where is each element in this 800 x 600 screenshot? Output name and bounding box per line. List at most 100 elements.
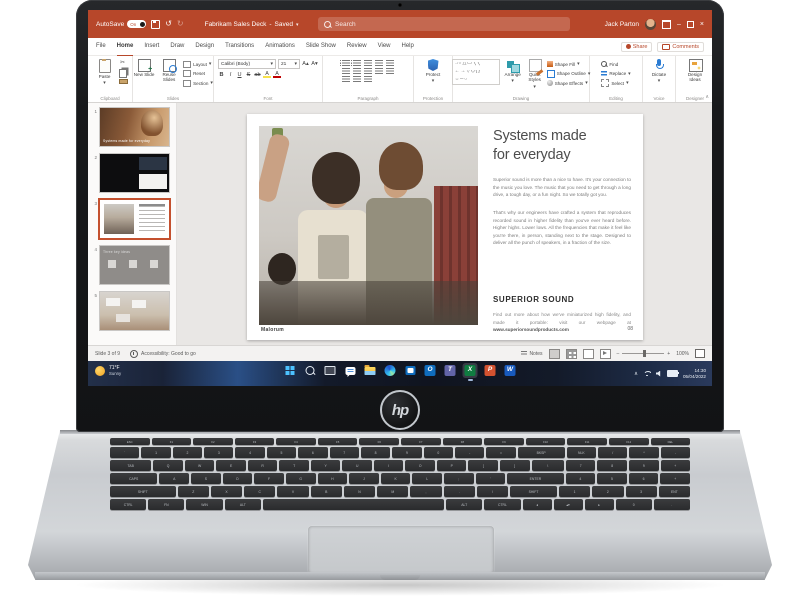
key-7[interactable]: 7 [566,460,596,471]
key-f12[interactable]: F12 [609,438,649,445]
keyboard[interactable]: ESCF1F2F3F4F5F6F7F8F9F10F11F12DEL`123456… [110,438,690,520]
key-6[interactable]: 6 [298,447,327,458]
key-ctrl[interactable]: CTRL [110,499,146,510]
key-9[interactable]: 9 [392,447,421,458]
key-nlk[interactable]: NLK [567,447,596,458]
key-v[interactable]: V [277,486,308,497]
new-slide-button[interactable]: New Slide [133,59,155,77]
outlook-icon[interactable]: O [423,363,438,378]
autosave-pill[interactable]: On [127,20,146,28]
key-5[interactable]: 5 [267,447,296,458]
reset-button[interactable]: Reset [183,70,213,78]
webpage-link[interactable]: www.superiorsoundproducts.com [493,327,569,332]
key-0[interactable]: 0 [424,447,453,458]
autosave-toggle[interactable]: AutoSave On [96,20,146,28]
key-esc[interactable]: ESC [110,438,150,445]
clear-strike-icon[interactable]: ab [254,72,261,78]
key-8[interactable]: 8 [361,447,390,458]
excel-icon[interactable]: X [463,363,478,378]
key-space[interactable] [263,499,444,510]
key-del[interactable]: DEL [651,438,691,445]
align-center-icon[interactable] [353,68,361,74]
smartart-convert-icon[interactable] [364,76,372,82]
key--[interactable]: - [455,447,484,458]
key-g[interactable]: G [286,473,316,484]
bold-icon[interactable]: B [218,72,225,78]
reading-view-button[interactable] [583,349,594,359]
ribbon-display-options-icon[interactable] [662,20,671,29]
slide-thumbnail-panel[interactable]: 1Systems made for everyday2Details34Thre… [88,103,177,345]
key-4[interactable]: 4 [235,447,264,458]
key-f7[interactable]: F7 [401,438,441,445]
tab-help[interactable]: Help [402,38,414,56]
key-3[interactable]: 3 [626,486,657,497]
quick-styles-button[interactable]: Quick Styles [526,59,544,90]
reuse-slides-button[interactable]: Reuse Slides [158,59,180,83]
key-6[interactable]: 6 [629,473,659,484]
zoom-control[interactable]: – + [617,351,671,357]
align-right-icon[interactable] [364,68,372,74]
section-button[interactable]: Section [183,79,213,87]
italic-icon[interactable]: I [227,72,234,78]
key-o[interactable]: O [405,460,435,471]
zoom-level[interactable]: 100% [676,351,689,357]
tab-review[interactable]: Review [347,38,367,56]
normal-view-button[interactable] [549,349,560,359]
shape-fill-button[interactable]: Shape Fill [547,60,591,68]
comments-button[interactable]: Comments [657,42,704,52]
slide[interactable]: Systems made for everyday Superior sound… [247,114,643,340]
key-f1[interactable]: F1 [152,438,192,445]
bullets-icon[interactable] [342,60,350,66]
key-f11[interactable]: F11 [567,438,607,445]
word-icon[interactable]: W [503,363,518,378]
key-,[interactable]: , [410,486,441,497]
task-view-icon[interactable] [323,363,338,378]
slide-thumbnail-4[interactable]: Three key ideas [100,246,169,284]
key-*[interactable]: * [629,447,658,458]
design-ideas-button[interactable]: Design Ideas [684,59,706,83]
key-a[interactable]: A [159,473,189,484]
indent-increase-icon[interactable] [375,60,383,66]
key-2[interactable]: 2 [592,486,623,497]
notes-button[interactable]: Notes [521,351,542,357]
key-+[interactable]: + [661,460,691,471]
shapes-gallery[interactable]: □○△▭╲╲ ←→▽◇{} ☆─○ [452,59,500,85]
share-button[interactable]: Share [621,42,653,52]
key-c[interactable]: C [244,486,275,497]
key-f4[interactable]: F4 [276,438,316,445]
document-title[interactable]: Fabrikam Sales Deck - Saved [205,21,299,28]
key-alt[interactable]: ALT [225,499,261,510]
store-icon[interactable] [403,363,418,378]
chat-icon[interactable] [343,363,358,378]
key-caps[interactable]: CAPS [110,473,157,484]
tab-draw[interactable]: Draw [170,38,184,56]
align-text-icon[interactable] [353,76,361,82]
key-][interactable]: ] [500,460,530,471]
key-2[interactable]: 2 [173,447,202,458]
key-bksp[interactable]: BKSP [518,447,565,458]
key-/[interactable]: / [598,447,627,458]
redo-icon[interactable]: ↻ [177,20,184,28]
slide-footer-text[interactable]: Find out more about how we've miniaturiz… [493,311,631,334]
wifi-icon[interactable] [643,371,651,377]
slide-sorter-view-button[interactable] [566,349,577,359]
slide-thumbnail-1[interactable]: Systems made for everyday [100,108,169,146]
zoom-out-icon[interactable]: – [617,351,620,357]
slide-indicator[interactable]: Slide 3 of 9 [95,351,120,357]
slide-thumbnail-5[interactable] [100,292,169,330]
slide-thumbnail-3[interactable] [100,200,169,238]
key-9[interactable]: 9 [629,460,659,471]
key-h[interactable]: H [318,473,348,484]
slide-paragraph[interactable]: Superior sound is more than a nice to ha… [493,176,631,199]
key-i[interactable]: I [374,460,404,471]
key-7[interactable]: 7 [330,447,359,458]
key-w[interactable]: W [185,460,215,471]
tab-insert[interactable]: Insert [144,38,159,56]
key-t[interactable]: T [279,460,309,471]
key-shift[interactable]: SHIFT [510,486,557,497]
key-r[interactable]: R [248,460,278,471]
tray-chevron-icon[interactable]: ∧ [634,371,638,377]
tab-file[interactable]: File [96,38,106,56]
tab-slide-show[interactable]: Slide Show [306,38,336,56]
key-1[interactable]: 1 [141,447,170,458]
